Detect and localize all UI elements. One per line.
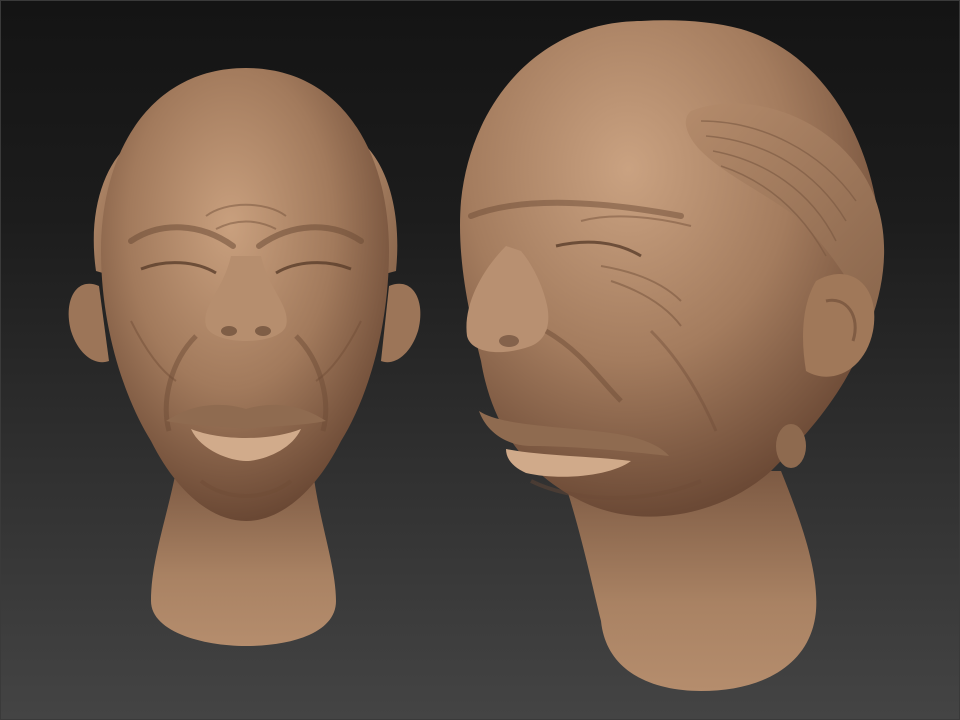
- front-left-ear: [68, 283, 109, 363]
- front-head: [68, 68, 421, 646]
- side-nape-lump: [776, 424, 806, 468]
- front-right-ear: [381, 283, 421, 363]
- viewport-canvas: [0, 0, 960, 720]
- sculpt-render: [68, 20, 885, 691]
- side-ear: [803, 274, 875, 377]
- side-head: [460, 20, 885, 691]
